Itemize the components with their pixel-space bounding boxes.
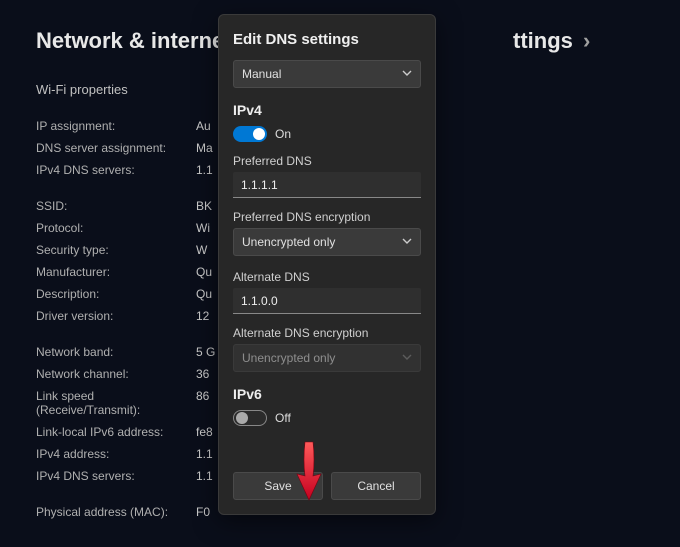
property-label: IP assignment: bbox=[36, 119, 196, 133]
property-label: IPv4 DNS servers: bbox=[36, 469, 196, 483]
property-value: Wi bbox=[196, 221, 210, 235]
ipv4-toggle[interactable] bbox=[233, 126, 267, 142]
chevron-right-icon: › bbox=[583, 28, 590, 53]
alternate-dns-encryption-label: Alternate DNS encryption bbox=[233, 326, 421, 340]
property-value: W bbox=[196, 243, 207, 257]
ipv4-toggle-label: On bbox=[275, 127, 291, 141]
property-value: 1.1 bbox=[196, 469, 213, 483]
ipv4-heading: IPv4 bbox=[233, 102, 421, 118]
title-post: ttings bbox=[513, 28, 573, 53]
alternate-dns-encryption-value: Unencrypted only bbox=[242, 351, 335, 365]
property-value: fe8 bbox=[196, 425, 213, 439]
preferred-dns-encryption-value: Unencrypted only bbox=[242, 235, 335, 249]
property-value: 5 G bbox=[196, 345, 215, 359]
property-value: 86 bbox=[196, 389, 209, 417]
property-value: 1.1 bbox=[196, 447, 213, 461]
property-value: Ma bbox=[196, 141, 213, 155]
property-label: Description: bbox=[36, 287, 196, 301]
property-label: IPv4 DNS servers: bbox=[36, 163, 196, 177]
cancel-button[interactable]: Cancel bbox=[331, 472, 421, 500]
property-value: 36 bbox=[196, 367, 209, 381]
property-value: Qu bbox=[196, 265, 212, 279]
edit-dns-dialog: Edit DNS settings Manual IPv4 On Preferr… bbox=[218, 14, 436, 515]
property-label: IPv4 address: bbox=[36, 447, 196, 461]
property-label: Driver version: bbox=[36, 309, 196, 323]
property-value: 1.1 bbox=[196, 163, 213, 177]
mode-select[interactable]: Manual bbox=[233, 60, 421, 88]
property-label: SSID: bbox=[36, 199, 196, 213]
property-value: F0 bbox=[196, 505, 210, 519]
preferred-dns-input[interactable] bbox=[233, 172, 421, 198]
property-label: Network channel: bbox=[36, 367, 196, 381]
chevron-down-icon bbox=[402, 351, 412, 365]
property-label: Physical address (MAC): bbox=[36, 505, 196, 519]
property-value: Au bbox=[196, 119, 211, 133]
chevron-down-icon bbox=[402, 235, 412, 249]
property-label: Security type: bbox=[36, 243, 196, 257]
property-label: DNS server assignment: bbox=[36, 141, 196, 155]
property-label: Link speed (Receive/Transmit): bbox=[36, 389, 196, 417]
property-value: BK bbox=[196, 199, 212, 213]
ipv6-toggle-label: Off bbox=[275, 411, 291, 425]
alternate-dns-label: Alternate DNS bbox=[233, 270, 421, 284]
preferred-dns-encryption-label: Preferred DNS encryption bbox=[233, 210, 421, 224]
property-label: Protocol: bbox=[36, 221, 196, 235]
save-button[interactable]: Save bbox=[233, 472, 323, 500]
property-label: Manufacturer: bbox=[36, 265, 196, 279]
dialog-title: Edit DNS settings bbox=[233, 31, 421, 48]
ipv6-heading: IPv6 bbox=[233, 386, 421, 402]
preferred-dns-encryption-select[interactable]: Unencrypted only bbox=[233, 228, 421, 256]
property-value: Qu bbox=[196, 287, 212, 301]
ipv6-toggle[interactable] bbox=[233, 410, 267, 426]
title-pre: Network & internet bbox=[36, 28, 232, 53]
alternate-dns-input[interactable] bbox=[233, 288, 421, 314]
chevron-down-icon bbox=[402, 67, 412, 81]
property-label: Network band: bbox=[36, 345, 196, 359]
mode-select-value: Manual bbox=[242, 67, 281, 81]
alternate-dns-encryption-select[interactable]: Unencrypted only bbox=[233, 344, 421, 372]
property-value: 12 bbox=[196, 309, 209, 323]
property-label: Link-local IPv6 address: bbox=[36, 425, 196, 439]
preferred-dns-label: Preferred DNS bbox=[233, 154, 421, 168]
